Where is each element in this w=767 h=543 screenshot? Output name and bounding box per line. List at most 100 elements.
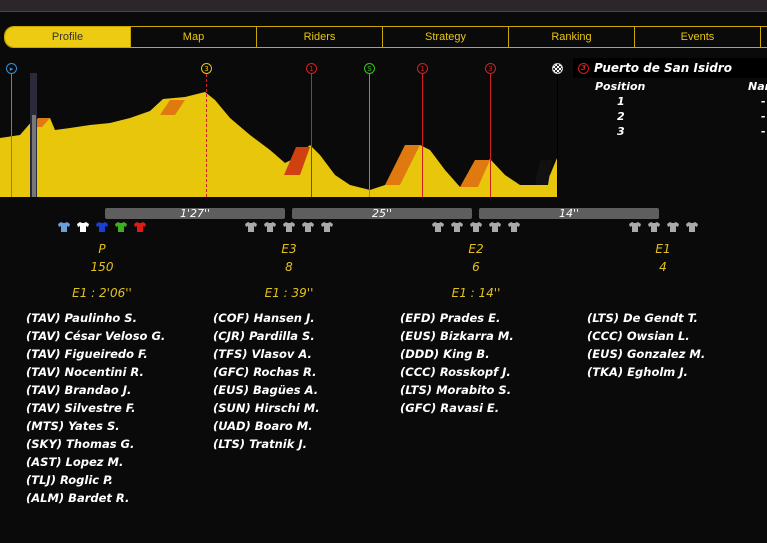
tab-strategy[interactable]: Strategy	[383, 27, 509, 47]
rider-item[interactable]: (TFS) Vlasov A.	[213, 345, 320, 363]
time-gap-bar: 25''	[292, 208, 472, 219]
group-size: 8	[285, 260, 293, 274]
jersey-icon[interactable]	[451, 221, 463, 233]
jersey-icon[interactable]	[264, 221, 276, 233]
rider-item[interactable]: (COF) Hansen J.	[213, 309, 320, 327]
marker-line	[206, 74, 207, 197]
stage-profile	[0, 73, 557, 197]
rider-item[interactable]: (TAV) Figueiredo F.	[26, 345, 165, 363]
jersey-icon[interactable]	[58, 221, 70, 233]
rider-item[interactable]: (LTS) Tratnik J.	[213, 435, 320, 453]
rider-item[interactable]: (LTS) De Gendt T.	[587, 309, 705, 327]
jersey-icon[interactable]	[134, 221, 146, 233]
rider-item[interactable]: (EUS) Bizkarra M.	[400, 327, 514, 345]
marker-line	[490, 74, 491, 197]
rider-item[interactable]: (CCC) Rosskopf J.	[400, 363, 514, 381]
jersey-icon[interactable]	[283, 221, 295, 233]
rider-item[interactable]: (EUS) Bagües A.	[213, 381, 320, 399]
group-gap: E1 : 14''	[451, 286, 501, 300]
rider-name-value: -	[761, 125, 766, 138]
rider-item[interactable]: (LTS) Morabito S.	[400, 381, 514, 399]
tab-profile[interactable]: Profile	[5, 27, 131, 47]
jersey-icon[interactable]	[245, 221, 257, 233]
jersey-icon[interactable]	[686, 221, 698, 233]
tab-events[interactable]: Events	[635, 27, 761, 47]
rider-item[interactable]: (TKA) Egholm J.	[587, 363, 705, 381]
group-name[interactable]: E3	[249, 242, 329, 256]
tab-ranking[interactable]: Ranking	[509, 27, 635, 47]
jersey-icon[interactable]	[470, 221, 482, 233]
rider-item[interactable]: (GFC) Rochas R.	[213, 363, 320, 381]
route-marker[interactable]: 3	[485, 63, 496, 74]
jersey-icon[interactable]	[629, 221, 641, 233]
rider-item[interactable]: (UAD) Boaro M.	[213, 417, 320, 435]
rider-item[interactable]: (TAV) César Veloso G.	[26, 327, 165, 345]
time-gap-bar: 14''	[479, 208, 659, 219]
group-name[interactable]: E2	[436, 242, 516, 256]
rider-item[interactable]: (CJR) Pardilla S.	[213, 327, 320, 345]
group-size: 4	[659, 260, 667, 274]
rider-item[interactable]: (ALM) Bardet R.	[26, 489, 165, 507]
jersey-icon[interactable]	[508, 221, 520, 233]
marker-line	[369, 74, 370, 197]
route-marker[interactable]: S	[364, 63, 375, 74]
jersey-icon[interactable]	[489, 221, 501, 233]
jersey-icon[interactable]	[77, 221, 89, 233]
rider-item[interactable]: (EUS) Gonzalez M.	[587, 345, 705, 363]
group-gap: E1 : 39''	[264, 286, 314, 300]
col-name: Name	[748, 80, 767, 93]
climb-name: Puerto de San Isidro	[594, 61, 732, 75]
rider-item[interactable]: (SKY) Thomas G.	[26, 435, 165, 453]
position-value: 2	[617, 110, 625, 123]
rider-name-value: -	[761, 95, 766, 108]
tab-riders[interactable]: Riders	[257, 27, 383, 47]
jersey-icon[interactable]	[667, 221, 679, 233]
group-gap: E1 : 2'06''	[72, 286, 132, 300]
tab-map[interactable]: Map	[131, 27, 257, 47]
rider-list: (COF) Hansen J. (CJR) Pardilla S. (TFS) Vl…	[213, 309, 320, 453]
route-marker[interactable]	[552, 63, 563, 74]
rider-item[interactable]: (MTS) Yates S.	[26, 417, 165, 435]
route-marker[interactable]: 3	[201, 63, 212, 74]
rider-list: (LTS) De Gendt T. (CCC) Owsian L. (EUS) Go…	[587, 309, 705, 381]
col-position: Position	[595, 80, 646, 93]
jersey-icon[interactable]	[302, 221, 314, 233]
jersey-icon[interactable]	[648, 221, 660, 233]
rider-item[interactable]: (TAV) Silvestre F.	[26, 399, 165, 417]
position-value: 3	[617, 125, 625, 138]
jersey-icon[interactable]	[321, 221, 333, 233]
route-marker[interactable]: ▸	[6, 63, 17, 74]
rider-item[interactable]: (DDD) King B.	[400, 345, 514, 363]
jersey-icon[interactable]	[115, 221, 127, 233]
route-marker[interactable]: 1	[417, 63, 428, 74]
category-badge: 3	[578, 62, 589, 74]
rider-item[interactable]: (EFD) Prades E.	[400, 309, 514, 327]
rider-item[interactable]: (TAV) Paulinho S.	[26, 309, 165, 327]
position-value: 1	[617, 95, 625, 108]
jersey-icon[interactable]	[96, 221, 108, 233]
rider-list: (TAV) Paulinho S. (TAV) César Veloso G. (T…	[26, 309, 165, 507]
window-titlebar	[0, 0, 767, 12]
marker-line	[557, 74, 558, 197]
rider-item[interactable]: (SUN) Hirschi M.	[213, 399, 320, 417]
climb-info-header: 3 Puerto de San Isidro	[573, 58, 767, 78]
rider-list: (EFD) Prades E. (EUS) Bizkarra M. (DDD) Ki…	[400, 309, 514, 417]
rider-item[interactable]: (TAV) Nocentini R.	[26, 363, 165, 381]
rider-item[interactable]: (TAV) Brandao J.	[26, 381, 165, 399]
rider-item[interactable]: (AST) Lopez M.	[26, 453, 165, 471]
rider-item[interactable]: (TLJ) Roglic P.	[26, 471, 165, 489]
route-marker[interactable]: 1	[306, 63, 317, 74]
tab-h[interactable]: H	[761, 27, 767, 47]
rider-name-value: -	[761, 110, 766, 123]
marker-line	[311, 74, 312, 197]
rider-item[interactable]: (GFC) Ravasi E.	[400, 399, 514, 417]
group-name[interactable]: E1	[623, 242, 703, 256]
time-gap-bar: 1'27''	[105, 208, 285, 219]
group-name[interactable]: P	[62, 242, 142, 256]
marker-line	[422, 74, 423, 197]
marker-line	[11, 74, 12, 197]
rider-item[interactable]: (CCC) Owsian L.	[587, 327, 705, 345]
tab-bar: ProfileMapRidersStrategyRankingEventsH	[4, 26, 767, 48]
jersey-icon[interactable]	[432, 221, 444, 233]
group-size: 6	[472, 260, 480, 274]
